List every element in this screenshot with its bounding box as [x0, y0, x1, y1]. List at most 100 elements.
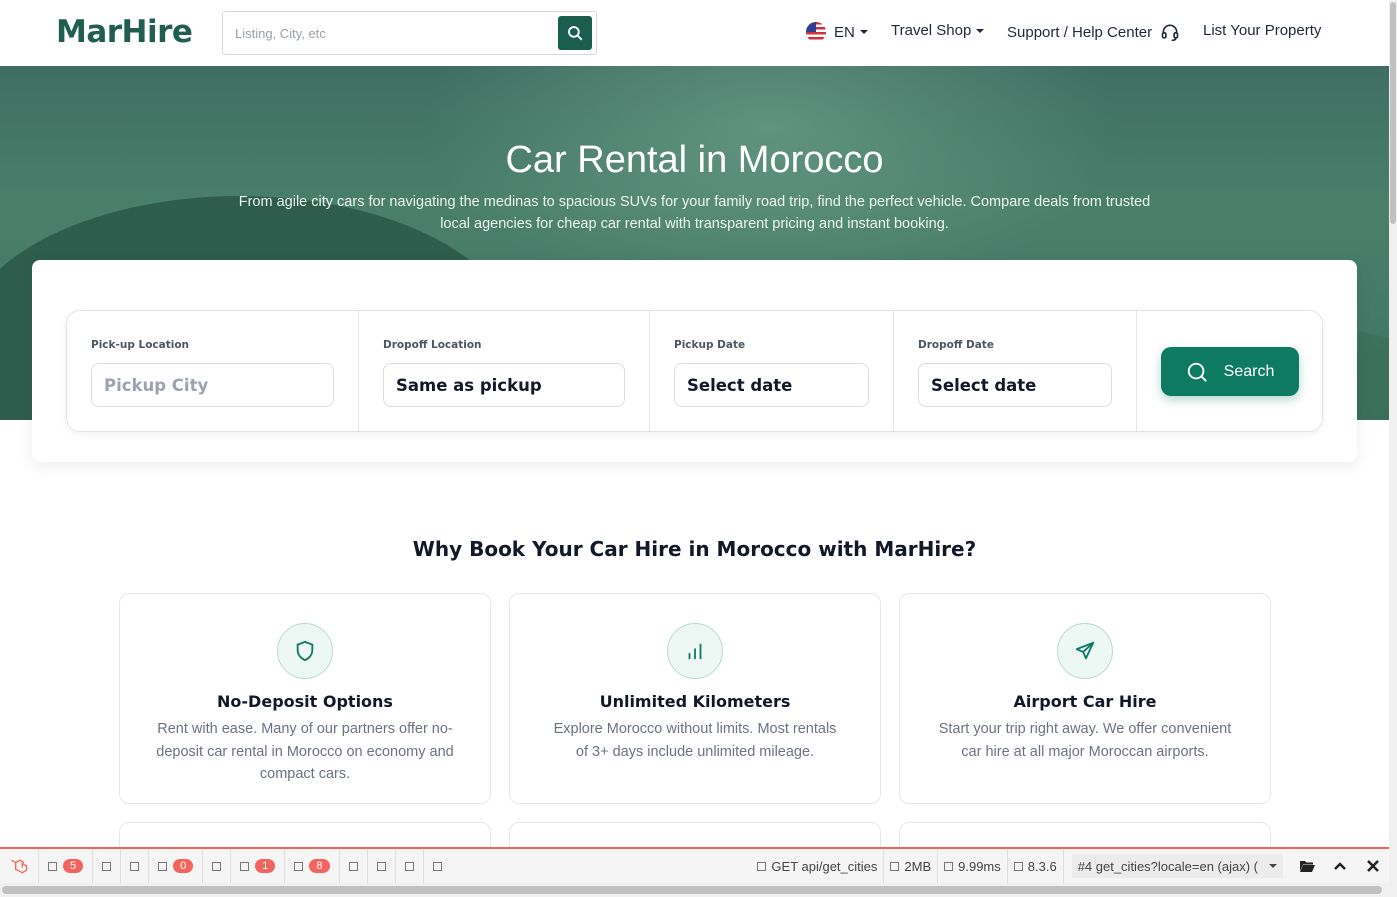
debug-tab[interactable]: 1	[231, 849, 286, 883]
request-icon	[757, 861, 767, 871]
memory-icon	[890, 861, 900, 871]
debug-tab[interactable]	[121, 849, 150, 883]
scrollbar-thumb[interactable]	[2, 886, 1382, 894]
site-header: MarHire EN Travel Shop Support / Help Ce…	[0, 0, 1389, 66]
debug-badge: 1	[255, 859, 276, 873]
feature-title: Unlimited Kilometers	[599, 692, 791, 711]
php-icon	[1013, 861, 1023, 871]
chevron-down-icon	[1269, 864, 1277, 868]
booking-form: Pick-up Location Pickup City Dropoff Loc…	[66, 310, 1323, 432]
us-flag-icon	[806, 22, 826, 42]
horizontal-scrollbar[interactable]	[0, 883, 1389, 897]
tab-icon	[240, 861, 250, 871]
chevron-down-icon	[859, 30, 868, 34]
pickup-location-field: Pick-up Location Pickup City	[67, 311, 359, 431]
debug-toolbar: 5 0 1 8 GET api/get_cities 2MB 9.99ms 8.…	[0, 847, 1389, 883]
feature-icon-wrap	[1057, 623, 1113, 679]
debug-tab[interactable]	[340, 849, 368, 883]
vertical-scrollbar[interactable]	[1389, 0, 1397, 897]
debug-tab[interactable]	[203, 849, 232, 883]
debug-tab[interactable]	[368, 849, 396, 883]
feature-card: Airport Car Hire Start your trip right a…	[899, 593, 1271, 804]
debug-badge: 0	[173, 859, 194, 873]
bar-chart-icon	[688, 643, 702, 660]
debug-time-text: 9.99ms	[958, 858, 1001, 874]
headset-icon	[1161, 24, 1179, 42]
debug-request: GET api/get_cities	[751, 849, 883, 883]
hero-subtitle: From agile city cars for navigating the …	[238, 194, 1151, 232]
debug-time: 9.99ms	[937, 849, 1007, 883]
scrollbar-thumb[interactable]	[1390, 2, 1396, 224]
nav-travel-shop[interactable]: Travel Shop	[891, 22, 985, 39]
feature-text: Rent with ease. Many of our partners off…	[156, 721, 454, 782]
search-icon	[1187, 362, 1207, 382]
dropoff-location-input[interactable]: Same as pickup	[383, 363, 625, 407]
why-section-title: Why Book Your Car Hire in Morocco with M…	[412, 537, 977, 561]
dropoff-date-label: Dropoff Date	[918, 339, 994, 351]
pickup-date-field: Pickup Date Select date	[650, 311, 894, 431]
shield-icon	[296, 640, 314, 662]
feature-card: Unlimited Kilometers Explore Morocco wit…	[509, 593, 881, 804]
feature-title: No-Deposit Options	[217, 692, 393, 711]
debug-memory: 2MB	[883, 849, 937, 883]
nav-travel-shop-label: Travel Shop	[891, 22, 972, 39]
nav-list-property-label: List Your Property	[1203, 22, 1322, 39]
booking-card: Pick-up Location Pickup City Dropoff Loc…	[32, 260, 1357, 462]
dropoff-date-input[interactable]: Select date	[918, 363, 1112, 407]
chevron-up-icon[interactable]	[1323, 849, 1357, 883]
tab-icon	[158, 861, 168, 871]
debug-tab[interactable]	[93, 849, 122, 883]
nav-support[interactable]: Support / Help Center	[1007, 22, 1180, 42]
pickup-date-input[interactable]: Select date	[674, 363, 869, 407]
pickup-date-label: Pickup Date	[674, 339, 746, 351]
debug-tab[interactable]	[396, 849, 424, 883]
tab-icon	[432, 861, 442, 871]
pickup-location-input[interactable]: Pickup City	[91, 363, 334, 407]
tab-icon	[102, 861, 112, 871]
language-label: EN	[834, 23, 855, 41]
tab-icon	[48, 861, 57, 871]
feature-title: Airport Car Hire	[1013, 692, 1157, 711]
nav-list-property[interactable]: List Your Property	[1203, 22, 1321, 39]
tab-icon	[212, 861, 222, 871]
search-button-label: Search	[1223, 362, 1275, 380]
nav-support-label: Support / Help Center	[1007, 23, 1153, 41]
search-icon	[568, 26, 583, 41]
plane-icon	[1075, 641, 1095, 660]
search-button[interactable]: Search	[1161, 347, 1299, 396]
language-selector[interactable]: EN	[806, 22, 868, 42]
global-search-button[interactable]	[558, 16, 592, 50]
laravel-logo-icon[interactable]	[0, 849, 39, 883]
tab-icon	[348, 861, 358, 871]
hero-title: Car Rental in Morocco	[505, 139, 884, 181]
debug-tab[interactable]	[424, 849, 451, 883]
global-search	[222, 11, 597, 55]
clock-icon	[944, 861, 954, 871]
debug-memory-text: 2MB	[904, 858, 932, 874]
tab-icon	[130, 861, 140, 871]
debug-tab[interactable]: 0	[149, 849, 204, 883]
close-icon[interactable]	[1357, 849, 1389, 883]
dropoff-location-field: Dropoff Location Same as pickup	[359, 311, 650, 431]
dropoff-date-field: Dropoff Date Select date	[894, 311, 1137, 431]
debug-select-text: #4 get_cities?locale=en (ajax) (	[1077, 858, 1258, 874]
debug-tab[interactable]: 8	[285, 849, 340, 883]
debug-php-text: 8.3.6	[1027, 858, 1057, 874]
logo-text: MarHire	[56, 14, 193, 50]
global-search-input[interactable]	[223, 12, 558, 54]
debug-tab[interactable]: 5	[39, 849, 94, 883]
debug-request-select[interactable]: #4 get_cities?locale=en (ajax) (	[1062, 849, 1291, 883]
dropoff-location-label: Dropoff Location	[383, 339, 482, 351]
pickup-location-label: Pick-up Location	[91, 339, 190, 351]
tab-icon	[376, 861, 386, 871]
debug-badge: 8	[309, 859, 330, 873]
feature-text: Explore Morocco without limits. Most ren…	[553, 721, 837, 760]
feature-icon-wrap	[667, 623, 723, 679]
debug-php: 8.3.6	[1006, 849, 1063, 883]
debug-badge: 5	[63, 859, 84, 873]
folder-open-icon[interactable]	[1291, 849, 1323, 883]
feature-card: No-Deposit Options Rent with ease. Many …	[119, 593, 491, 804]
debug-request-text: GET api/get_cities	[771, 858, 878, 874]
feature-text: Start your trip right away. We offer con…	[938, 721, 1232, 760]
logo[interactable]: MarHire	[56, 14, 193, 50]
